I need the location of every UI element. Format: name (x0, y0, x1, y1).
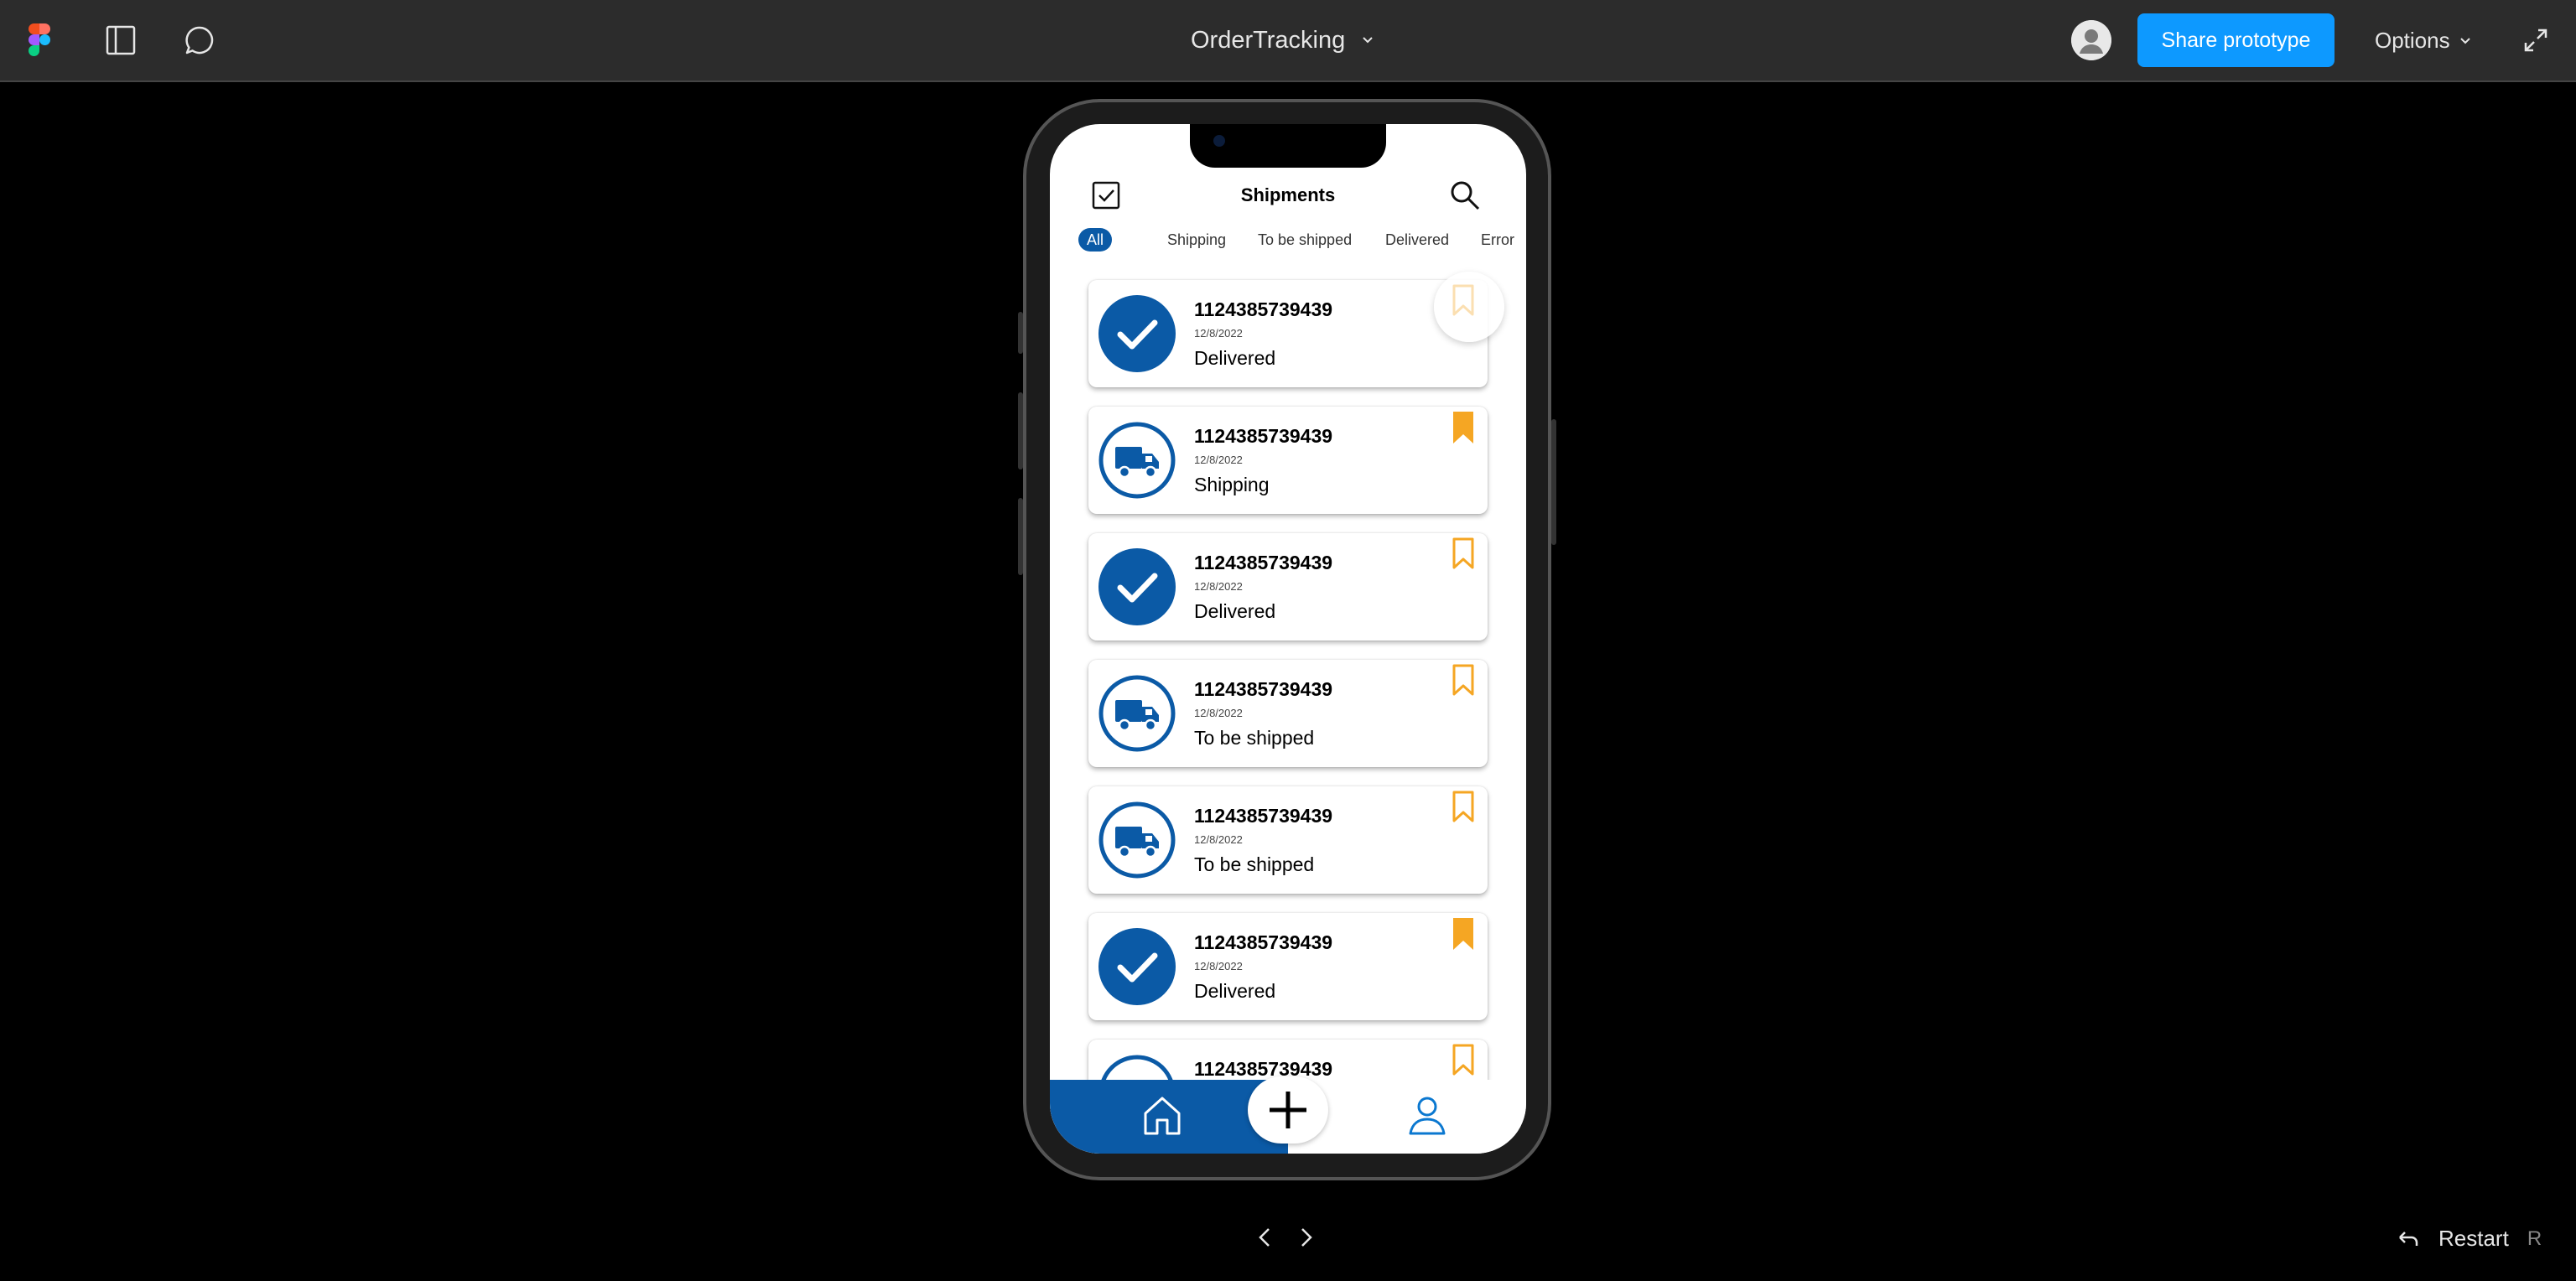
filter-tab-all[interactable]: All (1078, 228, 1113, 252)
check-icon (1098, 548, 1176, 625)
shipment-status: To be shipped (1194, 727, 1315, 749)
search-icon[interactable] (1449, 179, 1481, 211)
phone-side-button (1551, 419, 1556, 545)
filter-tab-to-be-shipped[interactable]: To be shipped (1258, 228, 1352, 252)
previous-frame-icon[interactable] (1254, 1226, 1277, 1249)
shipment-date: 12/8/2022 (1194, 327, 1243, 340)
bookmark-icon[interactable] (1451, 1043, 1476, 1078)
next-frame-icon[interactable] (1294, 1226, 1317, 1249)
shipment-number: 1124385739439 (1194, 298, 1333, 320)
phone-side-button (1018, 498, 1023, 575)
phone-notch (1190, 124, 1386, 168)
filter-tab-error[interactable]: Error (1481, 228, 1514, 252)
options-menu[interactable]: Options (2375, 23, 2472, 57)
filter-tabs: All Shipping To be shipped Delivered Err… (1078, 228, 1526, 253)
file-title: OrderTracking (1191, 26, 1346, 54)
restart-icon (2399, 1231, 2418, 1246)
bookmark-filled-icon[interactable] (1451, 916, 1476, 952)
shipment-status: Shipping (1194, 474, 1270, 495)
app-screen: Shipments All Shipping To be shipped Del… (1050, 124, 1526, 1154)
chevron-down-icon (2459, 38, 2470, 44)
shipment-number: 1124385739439 (1194, 931, 1333, 953)
phone-side-button (1018, 392, 1023, 469)
shipment-status: Delivered (1194, 347, 1276, 369)
bookmark-filled-icon[interactable] (1451, 410, 1476, 445)
check-icon (1098, 295, 1176, 372)
profile-icon[interactable] (1404, 1092, 1451, 1138)
restart-button[interactable]: Restart R (2397, 1226, 2542, 1252)
shipment-status: Delivered (1194, 980, 1276, 1002)
plus-icon (1270, 1092, 1306, 1128)
bookmark-icon[interactable] (1451, 663, 1476, 698)
shipment-card[interactable]: 1124385739439 12/8/2022 Delivered (1088, 913, 1488, 1020)
figma-logo-icon[interactable] (29, 23, 50, 57)
shipment-card[interactable]: 1124385739439 12/8/2022 Shipping (1088, 407, 1488, 514)
shipment-status: Delivered (1194, 600, 1276, 622)
shipment-date: 12/8/2022 (1194, 454, 1243, 466)
prototype-toolbar: OrderTracking Share prototype Options (0, 0, 2576, 82)
shipment-card[interactable]: 1124385739439 12/8/2022 Delivered (1088, 272, 1504, 387)
truck-icon (1098, 801, 1176, 879)
options-label: Options (2375, 27, 2450, 53)
truck-icon (1098, 675, 1176, 752)
share-prototype-button[interactable]: Share prototype (2137, 13, 2334, 67)
app-header: Shipments (1050, 174, 1526, 216)
shipment-number: 1124385739439 (1194, 1058, 1333, 1080)
comment-icon[interactable] (179, 20, 220, 60)
shipment-date: 12/8/2022 (1194, 707, 1243, 719)
shipment-card[interactable]: 1124385739439 12/8/2022 To be shipped (1088, 786, 1488, 894)
shipment-number: 1124385739439 (1194, 805, 1333, 827)
bookmark-icon[interactable] (1451, 283, 1476, 319)
home-icon[interactable] (1139, 1092, 1186, 1138)
restart-shortcut: R (2527, 1227, 2542, 1250)
shipment-number: 1124385739439 (1194, 425, 1333, 447)
add-shipment-button[interactable] (1248, 1076, 1328, 1144)
shipment-date: 12/8/2022 (1194, 960, 1243, 972)
bottom-nav (1050, 1076, 1526, 1154)
filter-tab-delivered[interactable]: Delivered (1385, 228, 1449, 252)
shipment-card[interactable]: 1124385739439 12/8/2022 Delivered (1088, 533, 1488, 640)
shipment-number: 1124385739439 (1194, 678, 1333, 700)
bookmark-icon[interactable] (1451, 537, 1476, 572)
phone-side-button (1018, 312, 1023, 354)
bookmark-icon[interactable] (1451, 790, 1476, 825)
shipment-number: 1124385739439 (1194, 552, 1333, 573)
truck-icon (1098, 422, 1176, 499)
restart-label: Restart (2438, 1226, 2509, 1251)
shipment-date: 12/8/2022 (1194, 580, 1243, 593)
chevron-down-icon (1363, 37, 1373, 44)
shipment-status: To be shipped (1194, 853, 1315, 875)
check-icon (1098, 928, 1176, 1005)
expand-icon[interactable] (2521, 25, 2551, 55)
shipment-date: 12/8/2022 (1194, 833, 1243, 846)
avatar[interactable] (2071, 20, 2111, 60)
file-title-menu[interactable]: OrderTracking (1191, 23, 1375, 57)
prototype-pager (1254, 1226, 1317, 1249)
shipment-card[interactable]: 1124385739439 12/8/2022 To be shipped (1088, 660, 1488, 767)
filter-tab-shipping[interactable]: Shipping (1167, 228, 1226, 252)
sidebar-icon[interactable] (101, 20, 141, 60)
